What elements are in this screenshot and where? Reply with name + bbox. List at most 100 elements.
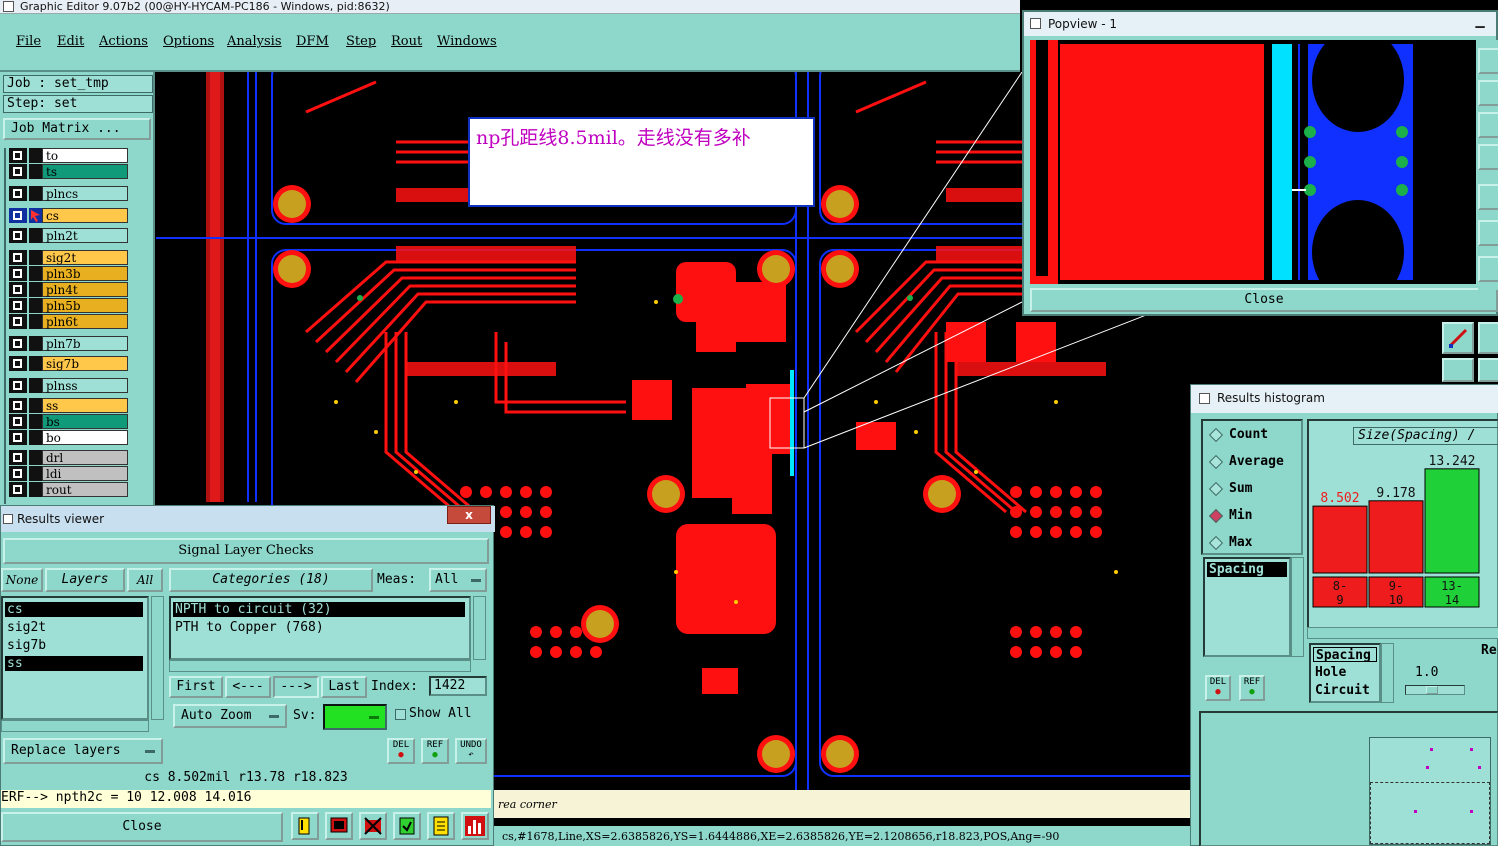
prev-button[interactable]: <---	[225, 676, 271, 698]
layer-row-cs[interactable]: cs	[9, 208, 128, 223]
measure-type-scrollbar[interactable]	[1381, 643, 1394, 703]
ref-button[interactable]: REF ●	[421, 738, 449, 764]
index-input[interactable]: 1422	[429, 676, 487, 696]
layer-checkbox[interactable]	[9, 208, 27, 223]
layer-name[interactable]: ldi	[42, 466, 128, 481]
measure-type-list[interactable]: Spacing Hole Circuit	[1309, 643, 1381, 703]
histogram-icon[interactable]	[461, 812, 489, 840]
layer-affected-marker[interactable]	[29, 250, 42, 265]
layer-row-pln4t[interactable]: pln4t	[9, 282, 128, 297]
layer-results-list[interactable]: cs sig2t sig7b ss	[1, 596, 149, 720]
histogram-measure-list[interactable]: Spacing	[1203, 557, 1291, 657]
layer-row-drl[interactable]: drl	[9, 450, 128, 465]
auto-zoom-select[interactable]: Auto Zoom	[173, 704, 287, 728]
frame-icon[interactable]	[1478, 220, 1498, 246]
grid-icon[interactable]	[1478, 256, 1498, 282]
layer-checkbox[interactable]	[9, 164, 27, 179]
sv-color-select[interactable]	[323, 704, 387, 730]
layer-name[interactable]: sig7b	[42, 356, 128, 371]
category-item[interactable]: PTH to Copper (768)	[173, 620, 465, 635]
layer-checkbox[interactable]	[9, 282, 27, 297]
layer-affected-marker[interactable]	[29, 336, 42, 351]
menu-rout[interactable]: Rout	[391, 34, 422, 49]
layer-affected-marker[interactable]	[29, 430, 42, 445]
layer-name[interactable]: pln3b	[42, 266, 128, 281]
layer-affected-marker[interactable]	[29, 378, 42, 393]
measure-type-item[interactable]: Circuit	[1313, 683, 1377, 698]
menu-analysis[interactable]: Analysis	[227, 34, 282, 49]
layer-affected-marker[interactable]	[29, 482, 42, 497]
mode-radio-average[interactable]: Average	[1208, 454, 1284, 470]
category-list-hscrollbar[interactable]	[169, 660, 471, 672]
meas-select[interactable]: All	[429, 568, 487, 592]
redraw-icon[interactable]	[1478, 184, 1498, 210]
layer-row-to[interactable]: to	[9, 148, 128, 163]
last-button[interactable]: Last	[321, 676, 367, 698]
menu-options[interactable]: Options	[163, 34, 214, 49]
popview-minimize-button[interactable]: ▁	[1464, 12, 1496, 30]
none-button[interactable]: None	[1, 568, 43, 592]
zoom-in-icon[interactable]	[1478, 48, 1498, 74]
layer-row-bs[interactable]: bs	[9, 414, 128, 429]
layer-row-ldi[interactable]: ldi	[9, 466, 128, 481]
layer-name[interactable]: pln7b	[42, 336, 128, 351]
measure-tool-icon[interactable]	[1442, 322, 1474, 354]
layer-affected-marker[interactable]	[29, 356, 42, 371]
layer-checkbox[interactable]	[9, 314, 27, 329]
layer-name[interactable]: ss	[42, 398, 128, 413]
layer-name[interactable]: to	[42, 148, 128, 163]
layer-row-pln7b[interactable]: pln7b	[9, 336, 128, 351]
replace-layers-select[interactable]: Replace layers	[3, 738, 163, 764]
layer-name[interactable]: rout	[42, 482, 128, 497]
layer-name[interactable]: cs	[42, 208, 128, 223]
mode-radio-sum[interactable]: Sum	[1208, 481, 1252, 497]
layer-affected-marker[interactable]	[29, 398, 42, 413]
layer-name[interactable]: sig2t	[42, 250, 128, 265]
layer-list-scrollbar[interactable]	[151, 596, 164, 720]
histogram-list-scrollbar[interactable]	[1291, 557, 1304, 657]
layer-name[interactable]: plncs	[42, 186, 128, 201]
measure-type-item[interactable]: Hole	[1313, 665, 1377, 680]
mode-radio-count[interactable]: Count	[1208, 427, 1268, 443]
menu-dfm[interactable]: DFM	[296, 34, 329, 49]
next-button[interactable]: --->	[273, 676, 319, 698]
list-item[interactable]: sig7b	[5, 638, 143, 653]
display-icon[interactable]	[325, 812, 353, 840]
layer-checkbox[interactable]	[9, 378, 27, 393]
layer-checkbox[interactable]	[9, 228, 27, 243]
measure-type-item[interactable]: Spacing	[1313, 647, 1377, 663]
layer-checkbox[interactable]	[9, 398, 27, 413]
layer-affected-marker[interactable]	[29, 148, 42, 163]
first-button[interactable]: First	[169, 676, 223, 698]
del-button[interactable]: DEL ●	[387, 738, 415, 764]
layer-checkbox[interactable]	[9, 186, 27, 201]
scale-slider[interactable]	[1405, 685, 1465, 695]
histogram-ref-button[interactable]: REF ●	[1239, 675, 1265, 701]
notes-icon[interactable]	[427, 812, 455, 840]
layers-button[interactable]: Layers	[45, 568, 125, 592]
layer-name[interactable]: bs	[42, 414, 128, 429]
layer-affected-marker[interactable]	[29, 466, 42, 481]
layer-checkbox[interactable]	[9, 336, 27, 351]
histogram-bar[interactable]	[1424, 468, 1480, 574]
popview-close-button[interactable]: Close	[1030, 288, 1498, 312]
layer-affected-marker[interactable]	[29, 282, 42, 297]
list-item[interactable]: Spacing	[1207, 562, 1287, 577]
histogram-bar[interactable]	[1312, 505, 1368, 574]
layer-name[interactable]: pln2t	[42, 228, 128, 243]
scale-slider-handle[interactable]	[1426, 686, 1438, 694]
layer-name[interactable]: drl	[42, 450, 128, 465]
layer-checkbox[interactable]	[9, 414, 27, 429]
layer-row-pln2t[interactable]: pln2t	[9, 228, 128, 243]
layer-affected-marker[interactable]	[29, 266, 42, 281]
layer-affected-marker[interactable]	[29, 164, 42, 179]
layer-checkbox[interactable]	[9, 356, 27, 371]
mode-radio-min[interactable]: Min	[1208, 508, 1252, 524]
category-list-scrollbar[interactable]	[473, 596, 486, 660]
close-button[interactable]: Close	[1, 812, 283, 842]
menu-actions[interactable]: Actions	[99, 34, 148, 49]
histogram-del-button[interactable]: DEL ●	[1205, 675, 1231, 701]
layer-row-sig7b[interactable]: sig7b	[9, 356, 128, 371]
layer-row-ss[interactable]: ss	[9, 398, 128, 413]
exclude-icon[interactable]	[359, 812, 387, 840]
